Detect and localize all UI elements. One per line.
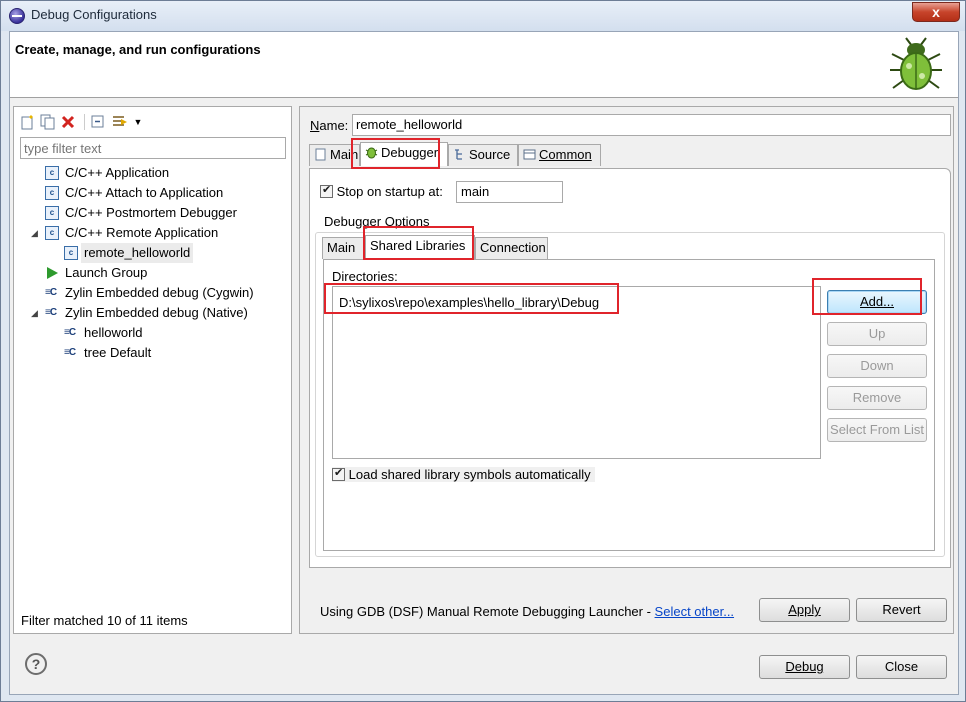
apply-button[interactable]: Apply [759,598,850,622]
dropdown-arrow-icon[interactable]: ▼ [130,114,146,130]
up-button[interactable]: Up [827,322,927,346]
launch-group-icon [47,267,58,279]
tree-item-label: C/C++ Application [65,165,170,180]
zylin-icon: ≡C [45,287,57,298]
subtab-main[interactable]: Main [322,237,365,259]
tree-item-label: helloworld [84,325,143,340]
expand-arrow-icon[interactable]: ◢ [31,223,41,243]
select-from-list-button[interactable]: Select From List [827,418,927,442]
list-item[interactable]: D:\sylixos\repo\examples\hello_library\D… [339,295,599,310]
configuration-editor: Name: remote_helloworld Main Debugger So… [299,106,954,634]
tree-item-zylin-native[interactable]: ◢ ≡C Zylin Embedded debug (Native) [14,303,291,323]
name-field[interactable]: remote_helloworld [352,114,951,136]
debugger-options-group: Main Shared Libraries Connection Directo… [315,232,945,557]
new-config-icon[interactable] [20,114,36,130]
tree-item-label: C/C++ Postmortem Debugger [65,205,237,220]
debugger-tab-icon [365,147,378,159]
common-tab-icon [523,149,536,160]
add-button[interactable]: Add... [827,290,927,314]
title-bar[interactable]: Debug Configurations x [1,1,965,31]
c-file-icon: c [45,226,59,240]
stop-on-startup-row[interactable]: Stop on startup at: [320,183,443,199]
debug-button[interactable]: Debug [759,655,850,679]
close-button[interactable]: Close [856,655,947,679]
select-other-link[interactable]: Select other... [655,604,735,619]
tree-item-c-cpp-remote-application[interactable]: ◢ c C/C++ Remote Application [14,223,291,243]
c-file-icon: c [45,186,59,200]
main-tab-icon [315,148,326,161]
tree-item-tree-default[interactable]: ≡C tree Default [14,343,291,363]
launcher-info: Using GDB (DSF) Manual Remote Debugging … [320,604,734,619]
collapse-all-icon[interactable] [90,114,106,130]
tree-item-zylin-cygwin[interactable]: ≡C Zylin Embedded debug (Cygwin) [14,283,291,303]
revert-button[interactable]: Revert [856,598,947,622]
zylin-icon: ≡C [45,307,57,318]
load-symbols-row[interactable]: Load shared library symbols automaticall… [332,466,595,482]
dialog-client-area: Create, manage, and run configurations ▼… [9,31,959,695]
down-button[interactable]: Down [827,354,927,378]
filter-icon[interactable] [112,114,128,130]
debugger-tab-content: Stop on startup at: main Debugger Option… [309,168,951,568]
launcher-text: Using GDB (DSF) Manual Remote Debugging … [320,604,655,619]
tree-item-launch-group[interactable]: Launch Group [14,263,291,283]
load-symbols-label: Load shared library symbols automaticall… [348,467,591,482]
header-title: Create, manage, and run configurations [15,42,261,57]
tree-item-label: remote_helloworld [81,243,194,263]
tab-debugger[interactable]: Debugger [360,142,448,166]
c-file-icon: c [45,206,59,220]
c-file-icon: c [45,166,59,180]
stop-on-startup-label: Stop on startup at: [336,184,443,199]
delete-icon[interactable] [60,114,76,130]
stop-on-startup-field[interactable]: main [456,181,563,203]
bug-icon [890,37,942,90]
source-tab-icon [455,149,462,160]
tree-item-c-cpp-attach[interactable]: c C/C++ Attach to Application [14,183,291,203]
tree-item-label: Launch Group [65,265,148,280]
zylin-icon: ≡C [64,327,76,338]
configurations-tree: c C/C++ Application c C/C++ Attach to Ap… [14,163,291,363]
tree-item-helloworld[interactable]: ≡C helloworld [14,323,291,343]
help-icon[interactable]: ? [25,653,47,675]
debugger-options-label: Debugger Options [324,214,430,229]
filter-input[interactable] [20,137,286,159]
tree-item-label: Zylin Embedded debug (Native) [65,305,248,320]
directories-list[interactable]: D:\sylixos\repo\examples\hello_library\D… [332,286,821,459]
configurations-panel: ▼ c C/C++ Application c C/C++ Attach to … [13,106,292,634]
zylin-icon: ≡C [64,347,76,358]
tab-main[interactable]: Main [309,144,360,166]
filter-status: Filter matched 10 of 11 items [21,613,188,628]
duplicate-icon[interactable] [40,114,56,130]
tree-item-label: C/C++ Remote Application [65,225,219,240]
tree-item-c-cpp-application[interactable]: c C/C++ Application [14,163,291,183]
stop-on-startup-checkbox[interactable] [320,183,333,198]
tab-source[interactable]: Source [448,144,518,166]
window-close-button[interactable]: x [912,2,960,22]
tree-item-label: tree Default [84,345,152,360]
subtab-connection[interactable]: Connection [475,237,548,259]
load-symbols-checkbox[interactable] [332,466,345,481]
tree-item-label: Zylin Embedded debug (Cygwin) [65,285,254,300]
tree-item-label: C/C++ Attach to Application [65,185,224,200]
tab-common[interactable]: Common [518,144,601,166]
remove-button[interactable]: Remove [827,386,927,410]
tree-item-remote-helloworld[interactable]: c remote_helloworld [14,243,291,263]
name-label: Name: [310,118,349,133]
c-file-icon: c [64,246,78,260]
directories-label: Directories: [332,269,398,284]
expand-arrow-icon[interactable]: ◢ [31,303,41,323]
shared-libraries-content: Directories: D:\sylixos\repo\examples\he… [323,259,935,551]
debug-configurations-window: Debug Configurations x Create, manage, a… [0,0,966,702]
dialog-header: Create, manage, and run configurations [10,32,958,98]
window-title: Debug Configurations [31,7,157,22]
subtab-shared-libraries[interactable]: Shared Libraries [365,235,475,259]
tree-item-c-cpp-postmortem[interactable]: c C/C++ Postmortem Debugger [14,203,291,223]
eclipse-icon [9,8,25,24]
